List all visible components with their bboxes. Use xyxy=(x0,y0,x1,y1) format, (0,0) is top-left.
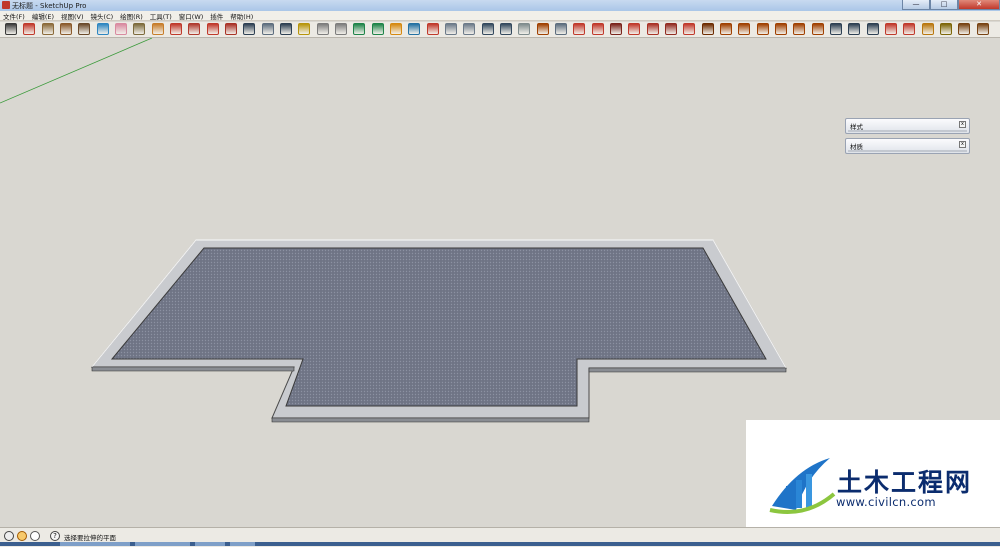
line-tool-icon[interactable] xyxy=(23,23,35,35)
extension-warehouse-icon[interactable] xyxy=(427,23,439,35)
stamp-icon[interactable] xyxy=(647,23,659,35)
watermark-url: www.civilcn.com xyxy=(836,495,936,509)
shadows-icon[interactable] xyxy=(922,23,934,35)
sketchup-app-icon xyxy=(2,1,10,9)
window-title: 无标题 - SketchUp Pro xyxy=(12,2,87,10)
taskbar-button[interactable] xyxy=(60,542,130,546)
move-tool-icon[interactable] xyxy=(188,23,200,35)
hidden-line-icon[interactable] xyxy=(500,23,512,35)
flip-edge-icon[interactable] xyxy=(702,23,714,35)
tape-measure-icon[interactable] xyxy=(133,23,145,35)
sandbox-from-scratch-icon[interactable] xyxy=(610,23,622,35)
materials-panel[interactable]: 材质 x xyxy=(845,138,970,154)
menu-file[interactable]: 文件(F) xyxy=(3,11,25,21)
offset-tool-icon[interactable] xyxy=(225,23,237,35)
default-tray: 样式 x 材质 x xyxy=(845,118,970,158)
orbit-tool-icon[interactable] xyxy=(243,23,255,35)
right-view-icon[interactable] xyxy=(775,23,787,35)
taskbar-button[interactable] xyxy=(195,542,225,546)
menu-bar: 文件(F) 编辑(E) 视图(V) 镜头(C) 绘图(R) 工具(T) 窗口(W… xyxy=(0,11,1000,21)
zoom-extents-icon[interactable] xyxy=(298,23,310,35)
minimize-button[interactable]: — xyxy=(902,0,930,10)
menu-window[interactable]: 窗口(W) xyxy=(179,11,204,21)
next-view-icon[interactable] xyxy=(335,23,347,35)
geo-location-icon[interactable] xyxy=(4,531,14,541)
slab-front-face-bottom xyxy=(271,417,590,423)
menu-camera[interactable]: 镜头(C) xyxy=(91,11,114,21)
rectangle-tool-icon[interactable] xyxy=(42,23,54,35)
styles-panel-strip xyxy=(848,130,967,132)
styles-panel-close-icon[interactable]: x xyxy=(959,121,966,128)
watermark-site-name: 土木工程网 xyxy=(837,468,973,497)
layers-icon[interactable] xyxy=(885,23,897,35)
user-icon[interactable] xyxy=(30,531,40,541)
wireframe-icon[interactable] xyxy=(482,23,494,35)
eraser-tool-icon[interactable] xyxy=(115,23,127,35)
add-detail-icon[interactable] xyxy=(683,23,695,35)
menu-view[interactable]: 视图(V) xyxy=(61,11,84,21)
monochrome-icon[interactable] xyxy=(555,23,567,35)
menu-help[interactable]: 帮助(H) xyxy=(230,11,253,21)
zoom-tool-icon[interactable] xyxy=(280,23,292,35)
paint-bucket-icon[interactable] xyxy=(152,23,164,35)
walk-tool-icon[interactable] xyxy=(830,23,842,35)
circle-tool-icon[interactable] xyxy=(60,23,72,35)
x-ray-icon[interactable] xyxy=(445,23,457,35)
slab-floor-surface xyxy=(110,247,767,407)
pan-tool-icon[interactable] xyxy=(262,23,274,35)
previous-view-icon[interactable] xyxy=(317,23,329,35)
slab-front-face-left xyxy=(91,366,295,372)
get-components-icon[interactable] xyxy=(390,23,402,35)
match-photo-icon[interactable] xyxy=(958,23,970,35)
front-view-icon[interactable] xyxy=(757,23,769,35)
share-component-icon[interactable] xyxy=(408,23,420,35)
civilcn-logo-icon xyxy=(769,458,836,514)
main-toolbar xyxy=(0,22,1000,38)
back-view-icon[interactable] xyxy=(793,23,805,35)
section-plane-icon[interactable] xyxy=(573,23,585,35)
drape-icon[interactable] xyxy=(665,23,677,35)
top-view-icon[interactable] xyxy=(738,23,750,35)
select-tool-icon[interactable] xyxy=(5,23,17,35)
materials-panel-close-icon[interactable]: x xyxy=(959,141,966,148)
menu-plugins[interactable]: 插件 xyxy=(210,11,223,21)
iso-view-icon[interactable] xyxy=(720,23,732,35)
help-icon[interactable]: ? xyxy=(50,531,60,541)
green-axis-line xyxy=(0,38,153,104)
shaded-textures-icon[interactable] xyxy=(537,23,549,35)
position-camera-icon[interactable] xyxy=(867,23,879,35)
styles-panel[interactable]: 样式 x xyxy=(845,118,970,134)
smoove-icon[interactable] xyxy=(628,23,640,35)
menu-tools[interactable]: 工具(T) xyxy=(150,11,172,21)
window-controls: — □ ✕ xyxy=(902,0,1000,10)
dimension-tool-icon[interactable] xyxy=(977,23,989,35)
push-pull-icon[interactable] xyxy=(170,23,182,35)
get-models-icon[interactable] xyxy=(353,23,365,35)
fog-icon[interactable] xyxy=(940,23,952,35)
share-model-icon[interactable] xyxy=(372,23,384,35)
sandbox-from-contours-icon[interactable] xyxy=(592,23,604,35)
menu-draw[interactable]: 绘图(R) xyxy=(120,11,143,21)
look-around-icon[interactable] xyxy=(848,23,860,35)
taskbar-button[interactable] xyxy=(135,542,190,546)
left-view-icon[interactable] xyxy=(812,23,824,35)
materials-panel-strip xyxy=(848,150,967,152)
taskbar-button[interactable] xyxy=(230,542,255,546)
rotate-tool-icon[interactable] xyxy=(207,23,219,35)
back-edges-icon[interactable] xyxy=(463,23,475,35)
make-component-icon[interactable] xyxy=(97,23,109,35)
arc-tool-icon[interactable] xyxy=(78,23,90,35)
solid-tools-icon[interactable] xyxy=(903,23,915,35)
os-taskbar xyxy=(0,542,1000,546)
status-hint: 选择要拉伸的平面 xyxy=(64,534,116,542)
shaded-icon[interactable] xyxy=(518,23,530,35)
menu-edit[interactable]: 编辑(E) xyxy=(32,11,54,21)
credits-icon[interactable] xyxy=(17,531,27,541)
close-button[interactable]: ✕ xyxy=(958,0,1000,10)
slab-front-face-right xyxy=(588,367,787,373)
maximize-button[interactable]: □ xyxy=(930,0,958,10)
